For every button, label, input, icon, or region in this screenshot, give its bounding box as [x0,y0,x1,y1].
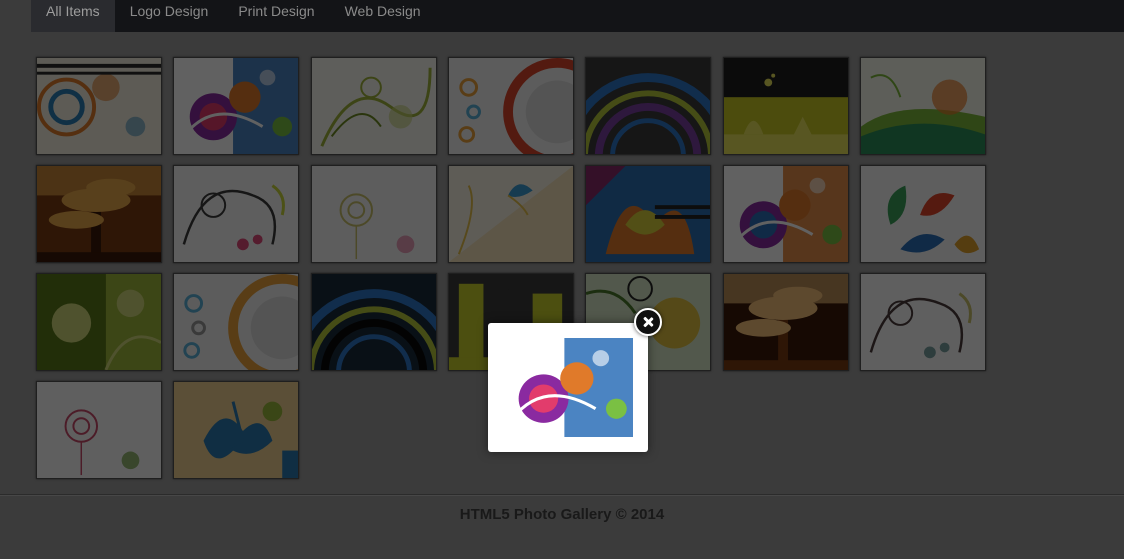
gallery-thumbnail[interactable] [860,165,986,263]
overlay-dim [861,58,985,154]
footer-text: HTML5 Photo Gallery © 2014 [459,506,665,523]
overlay-dim [861,274,985,370]
overlay-dim [586,166,710,262]
gallery-thumbnail[interactable] [173,165,299,263]
nav-item-web-design[interactable]: Web Design [330,0,436,32]
gallery-thumbnail[interactable] [311,165,437,263]
overlay-dim [37,166,161,262]
lightbox-image[interactable] [502,338,633,437]
gallery-thumbnail[interactable] [723,57,849,155]
lightbox-popup [488,323,648,452]
gallery-thumbnail[interactable] [448,165,574,263]
gallery-thumbnail[interactable] [36,381,162,479]
gallery-thumbnail[interactable] [311,57,437,155]
overlay-dim [312,166,436,262]
footer-divider-highlight [0,495,1124,496]
overlay-dim [174,166,298,262]
overlay-dim [724,166,848,262]
overlay-dim [37,58,161,154]
gallery-thumbnail[interactable] [860,273,986,371]
gallery-thumbnail[interactable] [311,273,437,371]
overlay-dim [174,382,298,478]
gallery-thumbnail[interactable] [36,165,162,263]
gallery-thumbnail[interactable] [173,381,299,479]
nav-item-print-design[interactable]: Print Design [223,0,329,32]
overlay-dim [37,274,161,370]
overlay-dim [724,274,848,370]
gallery-thumbnail[interactable] [860,57,986,155]
overlay-dim [586,58,710,154]
gallery-thumbnail[interactable] [36,57,162,155]
gallery-thumbnail[interactable] [448,57,574,155]
gallery-thumbnail[interactable] [723,165,849,263]
overlay-dim [174,274,298,370]
overlay-dim [449,58,573,154]
gallery-thumbnail[interactable] [36,273,162,371]
gallery-thumbnail[interactable] [173,57,299,155]
overlay-dim [724,58,848,154]
overlay-dim [174,58,298,154]
gallery-thumbnail[interactable] [585,165,711,263]
category-nav: All Items Logo Design Print Design Web Desi… [31,0,1124,32]
overlay-dim [449,166,573,262]
nav-item-all-items[interactable]: All Items [31,0,115,32]
nav-item-logo-design[interactable]: Logo Design [115,0,224,32]
overlay-dim [312,58,436,154]
overlay-dim [312,274,436,370]
gallery-thumbnail[interactable] [585,57,711,155]
overlay-dim [861,166,985,262]
overlay-dim [37,382,161,478]
gallery-thumbnail[interactable] [723,273,849,371]
gallery-thumbnail[interactable] [173,273,299,371]
close-icon[interactable] [634,308,662,336]
